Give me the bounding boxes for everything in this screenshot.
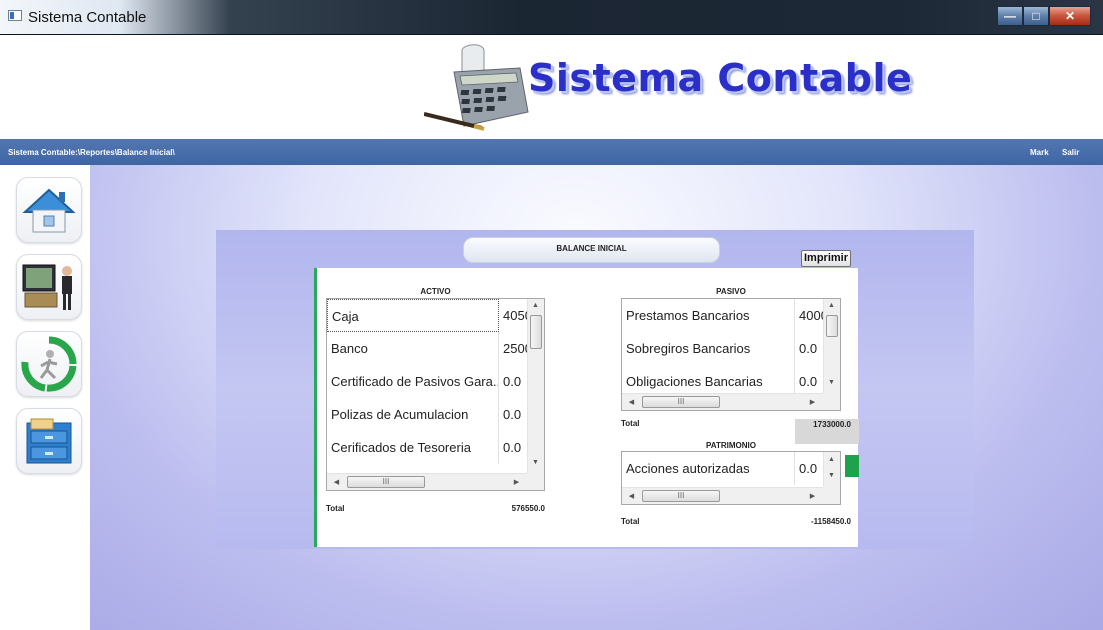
account-value: 0.0: [503, 407, 522, 422]
sidebar-item-office[interactable]: [16, 254, 82, 320]
breadcrumb: Sistema Contable:\Reportes\Balance Inici…: [8, 148, 175, 157]
table-row[interactable]: Certificado de Pasivos Gara... 0.0: [327, 365, 529, 398]
horizontal-scrollbar[interactable]: ◀ III ▶: [327, 473, 527, 490]
patrimonio-total-value: -1158450.0: [810, 517, 851, 526]
table-row[interactable]: Polizas de Acumulacion 0.0: [327, 398, 529, 431]
account-name: Banco: [327, 332, 499, 365]
sidebar-item-process[interactable]: [16, 331, 82, 397]
minimize-button[interactable]: —: [997, 6, 1023, 26]
scroll-thumb[interactable]: III: [642, 490, 720, 502]
app-heading: Sistema Contable: [528, 56, 913, 100]
folder-cabinet-icon: [26, 418, 72, 464]
account-value: 0.0: [799, 341, 818, 356]
calculator-icon: [424, 44, 529, 131]
horizontal-scrollbar[interactable]: ◀ III ▶: [622, 393, 823, 410]
scroll-corner: [527, 473, 544, 490]
pasivo-total-label: Total: [621, 419, 640, 428]
minimize-icon: —: [1004, 9, 1016, 23]
scroll-thumb[interactable]: III: [642, 396, 720, 408]
scroll-up-icon[interactable]: ▲: [824, 456, 839, 463]
pasivo-table: Prestamos Bancarios 4000 Sobregiros Banc…: [621, 298, 841, 411]
account-name: Cerificados de Tesoreria: [327, 431, 499, 464]
vertical-scrollbar[interactable]: ▲ ▼: [823, 452, 840, 487]
account-name: Polizas de Acumulacion: [327, 398, 499, 431]
close-icon: ✕: [1064, 9, 1076, 23]
report-title: BALANCE INICIAL: [463, 237, 720, 263]
maximize-button[interactable]: □: [1023, 6, 1049, 26]
scroll-thumb[interactable]: [530, 315, 542, 349]
home-icon: [22, 188, 76, 233]
account-name: Sobregiros Bancarios: [622, 332, 795, 365]
maximize-icon: □: [1032, 9, 1040, 23]
logout-link[interactable]: Salir: [1062, 148, 1079, 157]
scroll-corner: [823, 487, 840, 504]
close-button[interactable]: ✕: [1049, 6, 1091, 26]
print-button[interactable]: Imprimir: [801, 250, 851, 267]
account-value: 2500: [503, 341, 529, 356]
window-titlebar: Sistema Contable — □ ✕: [0, 0, 1103, 35]
table-row[interactable]: Acciones autorizadas 0.0: [622, 452, 825, 485]
scroll-left-icon[interactable]: ◀: [624, 492, 639, 500]
computer-office-icon: [22, 264, 72, 310]
account-value: 0.0: [503, 440, 522, 455]
sidebar: [0, 165, 90, 630]
scroll-up-icon[interactable]: ▲: [824, 302, 839, 309]
scroll-right-icon[interactable]: ▶: [805, 398, 820, 406]
scroll-down-icon[interactable]: ▼: [824, 472, 839, 479]
scroll-left-icon[interactable]: ◀: [329, 478, 344, 486]
scroll-thumb[interactable]: III: [347, 476, 425, 488]
sidebar-item-home[interactable]: [16, 177, 82, 243]
activo-total-label: Total: [326, 504, 345, 513]
account-name: Caja: [327, 299, 499, 332]
recycle-runner-icon: [21, 336, 77, 392]
vertical-scrollbar[interactable]: ▲ ▼: [823, 299, 840, 393]
pasivo-label: PASIVO: [716, 287, 746, 296]
app-window-icon: [8, 10, 22, 21]
sidebar-item-files[interactable]: [16, 408, 82, 474]
scroll-corner: [823, 393, 840, 410]
scroll-right-icon[interactable]: ▶: [509, 478, 524, 486]
vertical-scrollbar[interactable]: ▲ ▼: [527, 299, 544, 473]
account-value: 0.0: [503, 374, 522, 389]
patrimonio-table: Acciones autorizadas 0.0 ▲ ▼ ◀ III ▶: [621, 451, 841, 505]
table-row[interactable]: Cerificados de Tesoreria 0.0: [327, 431, 529, 464]
window-title: Sistema Contable: [28, 9, 147, 26]
account-value: 0.0: [799, 461, 818, 476]
table-row[interactable]: Prestamos Bancarios 4000: [622, 299, 825, 332]
horizontal-scrollbar[interactable]: ◀ III ▶: [622, 487, 823, 504]
account-value: 4050: [503, 308, 529, 323]
table-row[interactable]: Banco 2500: [327, 332, 529, 365]
scroll-down-icon[interactable]: ▼: [824, 379, 839, 386]
table-row[interactable]: Sobregiros Bancarios 0.0: [622, 332, 825, 365]
user-name: Mark: [1030, 148, 1049, 157]
account-name: Certificado de Pasivos Gara...: [327, 365, 499, 398]
scroll-left-icon[interactable]: ◀: [624, 398, 639, 406]
pasivo-total-value: 1733000.0: [813, 420, 851, 429]
scroll-thumb[interactable]: [826, 315, 838, 337]
patrimonio-label: PATRIMONIO: [706, 441, 756, 450]
scroll-down-icon[interactable]: ▼: [528, 459, 543, 466]
window-controls: — □ ✕: [997, 6, 1091, 26]
table-row[interactable]: Caja 4050: [327, 299, 529, 332]
activo-label: ACTIVO: [420, 287, 451, 296]
patrimonio-total-label: Total: [621, 517, 640, 526]
activo-total-value: 576550.0: [511, 504, 545, 513]
scroll-right-icon[interactable]: ▶: [805, 492, 820, 500]
activo-table: Caja 4050 Banco 2500 Certificado de Pasi…: [326, 298, 545, 491]
scroll-up-icon[interactable]: ▲: [528, 302, 543, 309]
account-name: Acciones autorizadas: [622, 452, 795, 485]
account-name: Prestamos Bancarios: [622, 299, 795, 332]
account-value: 4000: [799, 308, 825, 323]
path-bar: Sistema Contable:\Reportes\Balance Inici…: [0, 139, 1103, 165]
green-marker: [845, 455, 859, 477]
